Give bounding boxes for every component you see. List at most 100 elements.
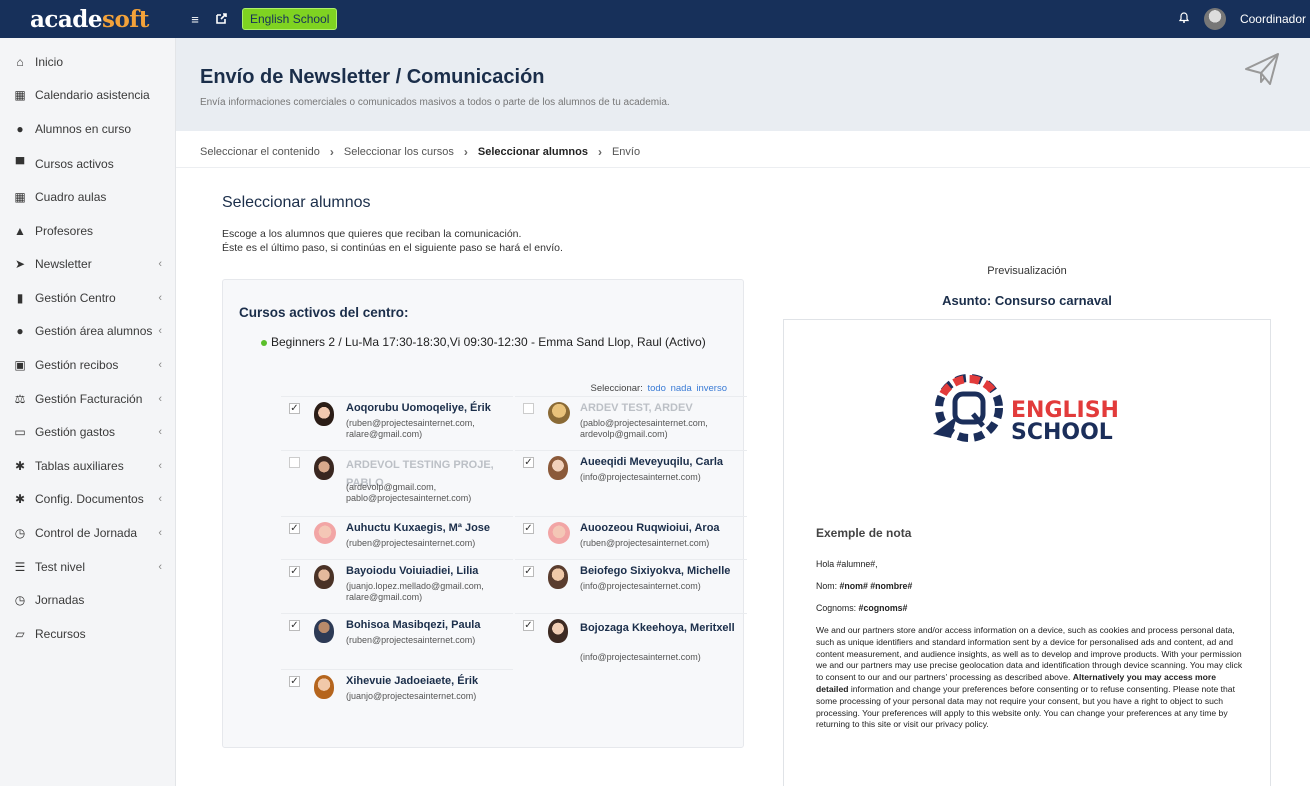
course-item: Beginners 2 / Lu-Ma 17:30-18:30,Vi 09:30… <box>261 334 731 350</box>
chevron-left-icon: ‹ <box>158 460 162 472</box>
student-checkbox[interactable]: ✓ <box>289 620 300 631</box>
student-row[interactable]: ARDEV TEST, ARDEV (pablo@projectesainter… <box>515 396 747 450</box>
paper-plane-icon: ➤ <box>14 257 26 271</box>
cog-icon: ✱ <box>14 459 26 473</box>
sidebar-item-gestion-gastos[interactable]: ▭ Gestión gastos ‹ <box>0 420 176 444</box>
sidebar-item-jornadas[interactable]: ◷ Jornadas <box>0 588 176 612</box>
graduation-cap-icon: ▲ <box>14 224 26 238</box>
chevron-left-icon: ‹ <box>158 527 162 539</box>
sidebar: ⌂ Inicio ▦ Calendario asistencia ● Alumnos … <box>0 38 176 786</box>
student-row[interactable]: ARDEVOL TESTING PROJE, PABLO (ardevolp@g… <box>281 450 513 504</box>
preview-subject: Asunto: Consurso carnaval <box>942 293 1112 308</box>
note-body: We and our partners store and/or access … <box>816 625 1243 730</box>
status-active-dot <box>261 339 267 346</box>
avatar <box>314 619 334 643</box>
sidebar-item-control-jornada[interactable]: ◷ Control de Jornada ‹ <box>0 521 176 545</box>
chevron-left-icon: ‹ <box>158 292 162 304</box>
user-icon: ● <box>16 122 24 136</box>
preview-label: Previsualización <box>987 265 1067 277</box>
select-invert-link[interactable]: inverso <box>696 383 727 394</box>
school-selector[interactable]: English School <box>242 8 338 30</box>
student-checkbox[interactable]: ✓ <box>523 566 534 577</box>
grid-icon: ▦ <box>14 190 26 204</box>
student-checkbox[interactable]: ✓ <box>523 457 534 468</box>
select-bar: Seleccionar: todo nada inverso <box>590 383 727 394</box>
student-checkbox[interactable]: ✓ <box>289 403 300 414</box>
student-row[interactable]: ✓ Aoqorubu Uomoqeliye, Érik (ruben@proje… <box>281 396 513 450</box>
sidebar-item-alumnos[interactable]: ● Alumnos en curso <box>0 117 176 141</box>
sidebar-item-newsletter[interactable]: ➤ Newsletter ‹ <box>0 252 176 276</box>
page-title: Envío de Newsletter / Comunicación <box>200 66 545 88</box>
page-header: Envío de Newsletter / Comunicación Envía… <box>176 38 1310 131</box>
clock-icon: ◷ <box>14 526 26 540</box>
sidebar-item-calendario[interactable]: ▦ Calendario asistencia <box>0 83 176 107</box>
bell-icon[interactable] <box>1178 11 1190 27</box>
avatar <box>548 456 568 480</box>
desk-icon: ▀ <box>15 157 25 171</box>
chevron-right-icon: › <box>463 145 468 159</box>
student-checkbox[interactable]: ✓ <box>523 620 534 631</box>
breadcrumb-step-students: Seleccionar alumnos <box>477 146 588 158</box>
avatar <box>548 619 568 643</box>
app-logo[interactable]: acadesoft <box>0 6 176 33</box>
chevron-left-icon: ‹ <box>158 426 162 438</box>
sidebar-item-test-nivel[interactable]: ☰ Test nivel ‹ <box>0 555 176 579</box>
user-avatar[interactable] <box>1203 8 1226 30</box>
student-checkbox[interactable]: ✓ <box>523 523 534 534</box>
sidebar-item-recursos[interactable]: ▱ Recursos <box>0 622 176 646</box>
chevron-left-icon: ‹ <box>158 493 162 505</box>
chevron-right-icon: › <box>329 145 334 159</box>
note-nom: Nom: #nom# #nombre# <box>816 581 913 591</box>
student-checkbox[interactable]: ✓ <box>289 676 300 687</box>
section-title: Seleccionar alumnos <box>222 194 371 211</box>
courses-card: Cursos activos del centro: Beginners 2 /… <box>222 279 747 748</box>
select-none-link[interactable]: nada <box>671 383 692 394</box>
avatar <box>314 402 334 426</box>
user-name[interactable]: Coordinador <box>1240 12 1306 26</box>
money-icon: ▣ <box>14 358 26 372</box>
sidebar-item-inicio[interactable]: ⌂ Inicio <box>0 50 176 74</box>
student-checkbox[interactable] <box>289 457 300 468</box>
sidebar-item-cursos[interactable]: ▀ Cursos activos <box>0 152 176 176</box>
student-row[interactable]: ✓ Bohisoa Masibqezi, Paula (ruben@projec… <box>281 613 513 667</box>
english-school-logo: ENGLISH SCHOOL <box>929 370 1129 448</box>
newsletter-preview: ENGLISH SCHOOL Exemple de nota Hola #alu… <box>783 319 1271 786</box>
sidebar-item-profesores[interactable]: ▲ Profesores <box>0 219 176 243</box>
user-icon: ● <box>16 324 24 338</box>
external-link-icon[interactable] <box>214 12 228 26</box>
note-greeting: Hola #alumne#, <box>816 559 878 569</box>
student-row[interactable]: ✓ Xihevuie Jadoeiaete, Érik (juanjo@proj… <box>281 669 513 723</box>
folder-icon: ▱ <box>15 627 25 641</box>
sidebar-item-gestion-recibos[interactable]: ▣ Gestión recibos ‹ <box>0 353 176 377</box>
sidebar-item-config-documentos[interactable]: ✱ Config. Documentos ‹ <box>0 487 176 511</box>
student-row[interactable]: ✓ Aueeqidi Meveyuqilu, Carla (info@proje… <box>515 450 747 504</box>
sidebar-item-tablas-auxiliares[interactable]: ✱ Tablas auxiliares ‹ <box>0 454 176 478</box>
breadcrumb-step-courses[interactable]: Seleccionar los cursos <box>344 146 454 158</box>
sidebar-item-gestion-alumnos[interactable]: ● Gestión área alumnos ‹ <box>0 319 176 343</box>
note-cognoms: Cognoms: #cognoms# <box>816 603 908 613</box>
student-checkbox[interactable]: ✓ <box>289 523 300 534</box>
chevron-right-icon: › <box>597 145 602 159</box>
select-all-link[interactable]: todo <box>647 383 666 394</box>
student-row[interactable]: ✓ Beiofego Sixiyokva, Michelle (info@pro… <box>515 559 747 613</box>
student-checkbox[interactable]: ✓ <box>289 566 300 577</box>
breadcrumb: Seleccionar el contenido › Seleccionar l… <box>200 145 640 159</box>
cog-icon: ✱ <box>14 492 26 506</box>
sidebar-item-gestion-centro[interactable]: ▮ Gestión Centro ‹ <box>0 286 176 310</box>
student-row[interactable]: ✓ Bayoiodu Voiuiadiei, Lilia (juanjo.lop… <box>281 559 513 613</box>
student-checkbox[interactable] <box>523 403 534 414</box>
list-icon: ☰ <box>14 560 26 574</box>
sidebar-item-cuadro-aulas[interactable]: ▦ Cuadro aulas <box>0 185 176 209</box>
section-description: Escoge a los alumnos que quieres que rec… <box>222 228 563 254</box>
note-title: Exemple de nota <box>816 526 912 540</box>
courses-title: Cursos activos del centro: <box>239 305 409 320</box>
logo-text: ENGLISH SCHOOL <box>1011 398 1119 445</box>
paper-plane-icon <box>1244 52 1280 91</box>
sidebar-item-gestion-facturacion[interactable]: ⚖ Gestión Facturación ‹ <box>0 387 176 411</box>
student-row[interactable]: ✓ Bojozaga Kkeehoya, Meritxell (info@pro… <box>515 613 747 667</box>
menu-toggle-icon[interactable]: ≡ <box>188 12 202 27</box>
chevron-left-icon: ‹ <box>158 325 162 337</box>
breadcrumb-step-content[interactable]: Seleccionar el contenido <box>200 146 320 158</box>
credit-card-icon: ▭ <box>14 425 26 439</box>
avatar <box>314 456 334 480</box>
